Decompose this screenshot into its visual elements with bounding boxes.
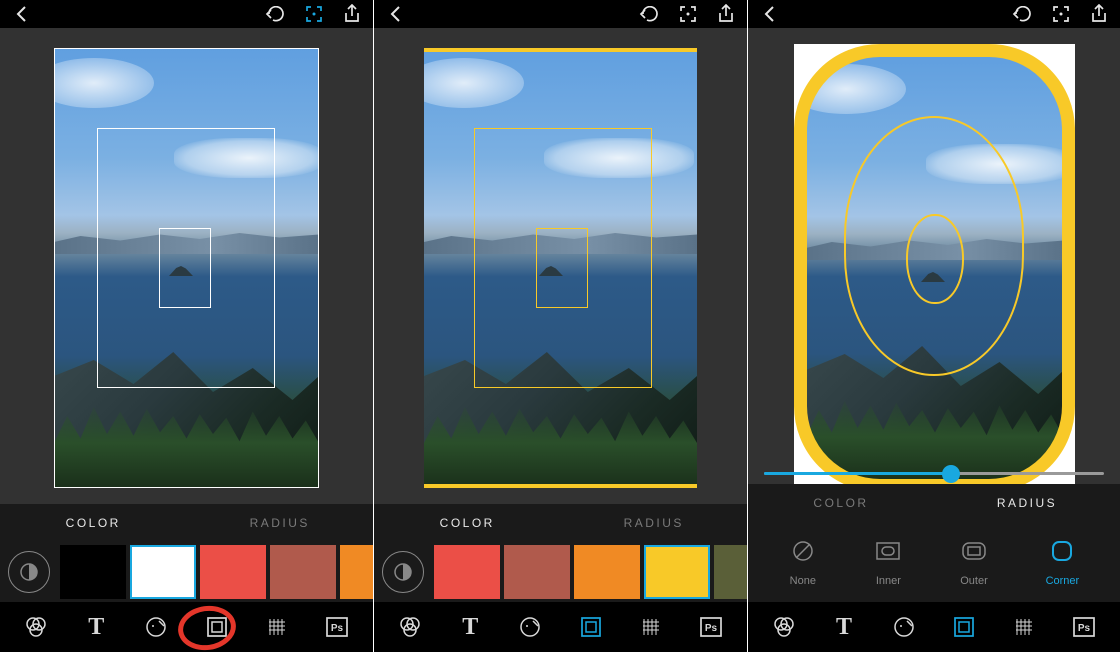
bottom-toolbar: T Ps [748,602,1120,652]
eyedropper-icon[interactable] [382,551,424,593]
tool-frames-icon[interactable] [193,607,241,647]
swatch-red[interactable] [434,545,500,599]
tool-filters-icon[interactable] [760,607,808,647]
swatch-black[interactable] [60,545,126,599]
tool-stickers-icon[interactable] [880,607,928,647]
tool-photoshop-icon[interactable]: Ps [1060,607,1108,647]
swatch-yellow[interactable] [644,545,710,599]
screen-1: COLOR RADIUS T Ps [0,0,373,652]
canvas[interactable] [0,28,373,504]
tabs: COLOR RADIUS [748,484,1120,522]
radius-label: Inner [876,575,901,587]
radius-none[interactable]: None [789,537,817,587]
fullscreen-icon[interactable] [1050,3,1072,25]
photo-preview [54,48,319,488]
radius-label: None [790,575,816,587]
tool-photoshop-icon[interactable]: Ps [687,607,735,647]
share-icon[interactable] [1088,3,1110,25]
radius-label: Corner [1046,575,1080,587]
corner-icon [1048,537,1076,565]
tab-color[interactable]: COLOR [374,504,561,542]
back-icon[interactable] [10,3,32,25]
top-bar [374,0,747,28]
share-icon[interactable] [341,3,363,25]
screen-2: COLOR RADIUS T Ps [374,0,747,652]
tool-texture-icon[interactable] [627,607,675,647]
color-palette [374,542,747,602]
top-bar [0,0,373,28]
undo-icon[interactable] [265,3,287,25]
back-icon[interactable] [384,3,406,25]
tab-radius[interactable]: RADIUS [187,504,374,542]
tool-filters-icon[interactable] [12,607,60,647]
eyedropper-icon[interactable] [8,551,50,593]
bottom-toolbar: T Ps [0,602,373,652]
swatch-olive[interactable] [714,545,747,599]
tool-text-icon[interactable]: T [820,607,868,647]
photo-preview [806,54,1064,482]
swatch-brown[interactable] [270,545,336,599]
tab-radius[interactable]: RADIUS [561,504,748,542]
radius-label: Outer [960,575,988,587]
share-icon[interactable] [715,3,737,25]
tool-frames-icon[interactable] [567,607,615,647]
tabs: COLOR RADIUS [374,504,747,542]
tool-text-icon[interactable]: T [446,607,494,647]
tabs: COLOR RADIUS [0,504,373,542]
undo-icon[interactable] [1012,3,1034,25]
svg-text:Ps: Ps [705,623,718,634]
swatch-orange[interactable] [574,545,640,599]
tab-radius[interactable]: RADIUS [934,484,1120,522]
none-icon [789,537,817,565]
tool-texture-icon[interactable] [253,607,301,647]
radius-options: None Inner Outer Corner [748,522,1120,602]
tool-filters-icon[interactable] [386,607,434,647]
tool-frames-icon[interactable] [940,607,988,647]
slider-thumb[interactable] [942,465,960,483]
fullscreen-icon[interactable] [677,3,699,25]
swatch-orange[interactable] [340,545,373,599]
screen-3: COLOR RADIUS None Inner Outer Corner T P… [748,0,1120,652]
tool-text-icon[interactable]: T [72,607,120,647]
tool-stickers-icon[interactable] [132,607,180,647]
radius-outer[interactable]: Outer [960,537,988,587]
radius-inner[interactable]: Inner [874,537,902,587]
outer-icon [960,537,988,565]
tab-color[interactable]: COLOR [0,504,187,542]
fullscreen-icon[interactable] [303,3,325,25]
tool-stickers-icon[interactable] [506,607,554,647]
undo-icon[interactable] [639,3,661,25]
swatch-brown[interactable] [504,545,570,599]
photo-preview [424,48,697,488]
canvas[interactable] [374,28,747,504]
inner-icon [874,537,902,565]
radius-slider[interactable] [764,458,1104,484]
svg-text:Ps: Ps [1078,623,1091,634]
back-icon[interactable] [758,3,780,25]
swatch-white[interactable] [130,545,196,599]
tool-photoshop-icon[interactable]: Ps [313,607,361,647]
bottom-toolbar: T Ps [374,602,747,652]
svg-text:Ps: Ps [331,623,344,634]
swatch-red[interactable] [200,545,266,599]
top-bar [748,0,1120,28]
tab-color[interactable]: COLOR [748,484,934,522]
tool-texture-icon[interactable] [1000,607,1048,647]
color-palette [0,542,373,602]
radius-corner[interactable]: Corner [1046,537,1080,587]
canvas[interactable] [748,28,1120,484]
